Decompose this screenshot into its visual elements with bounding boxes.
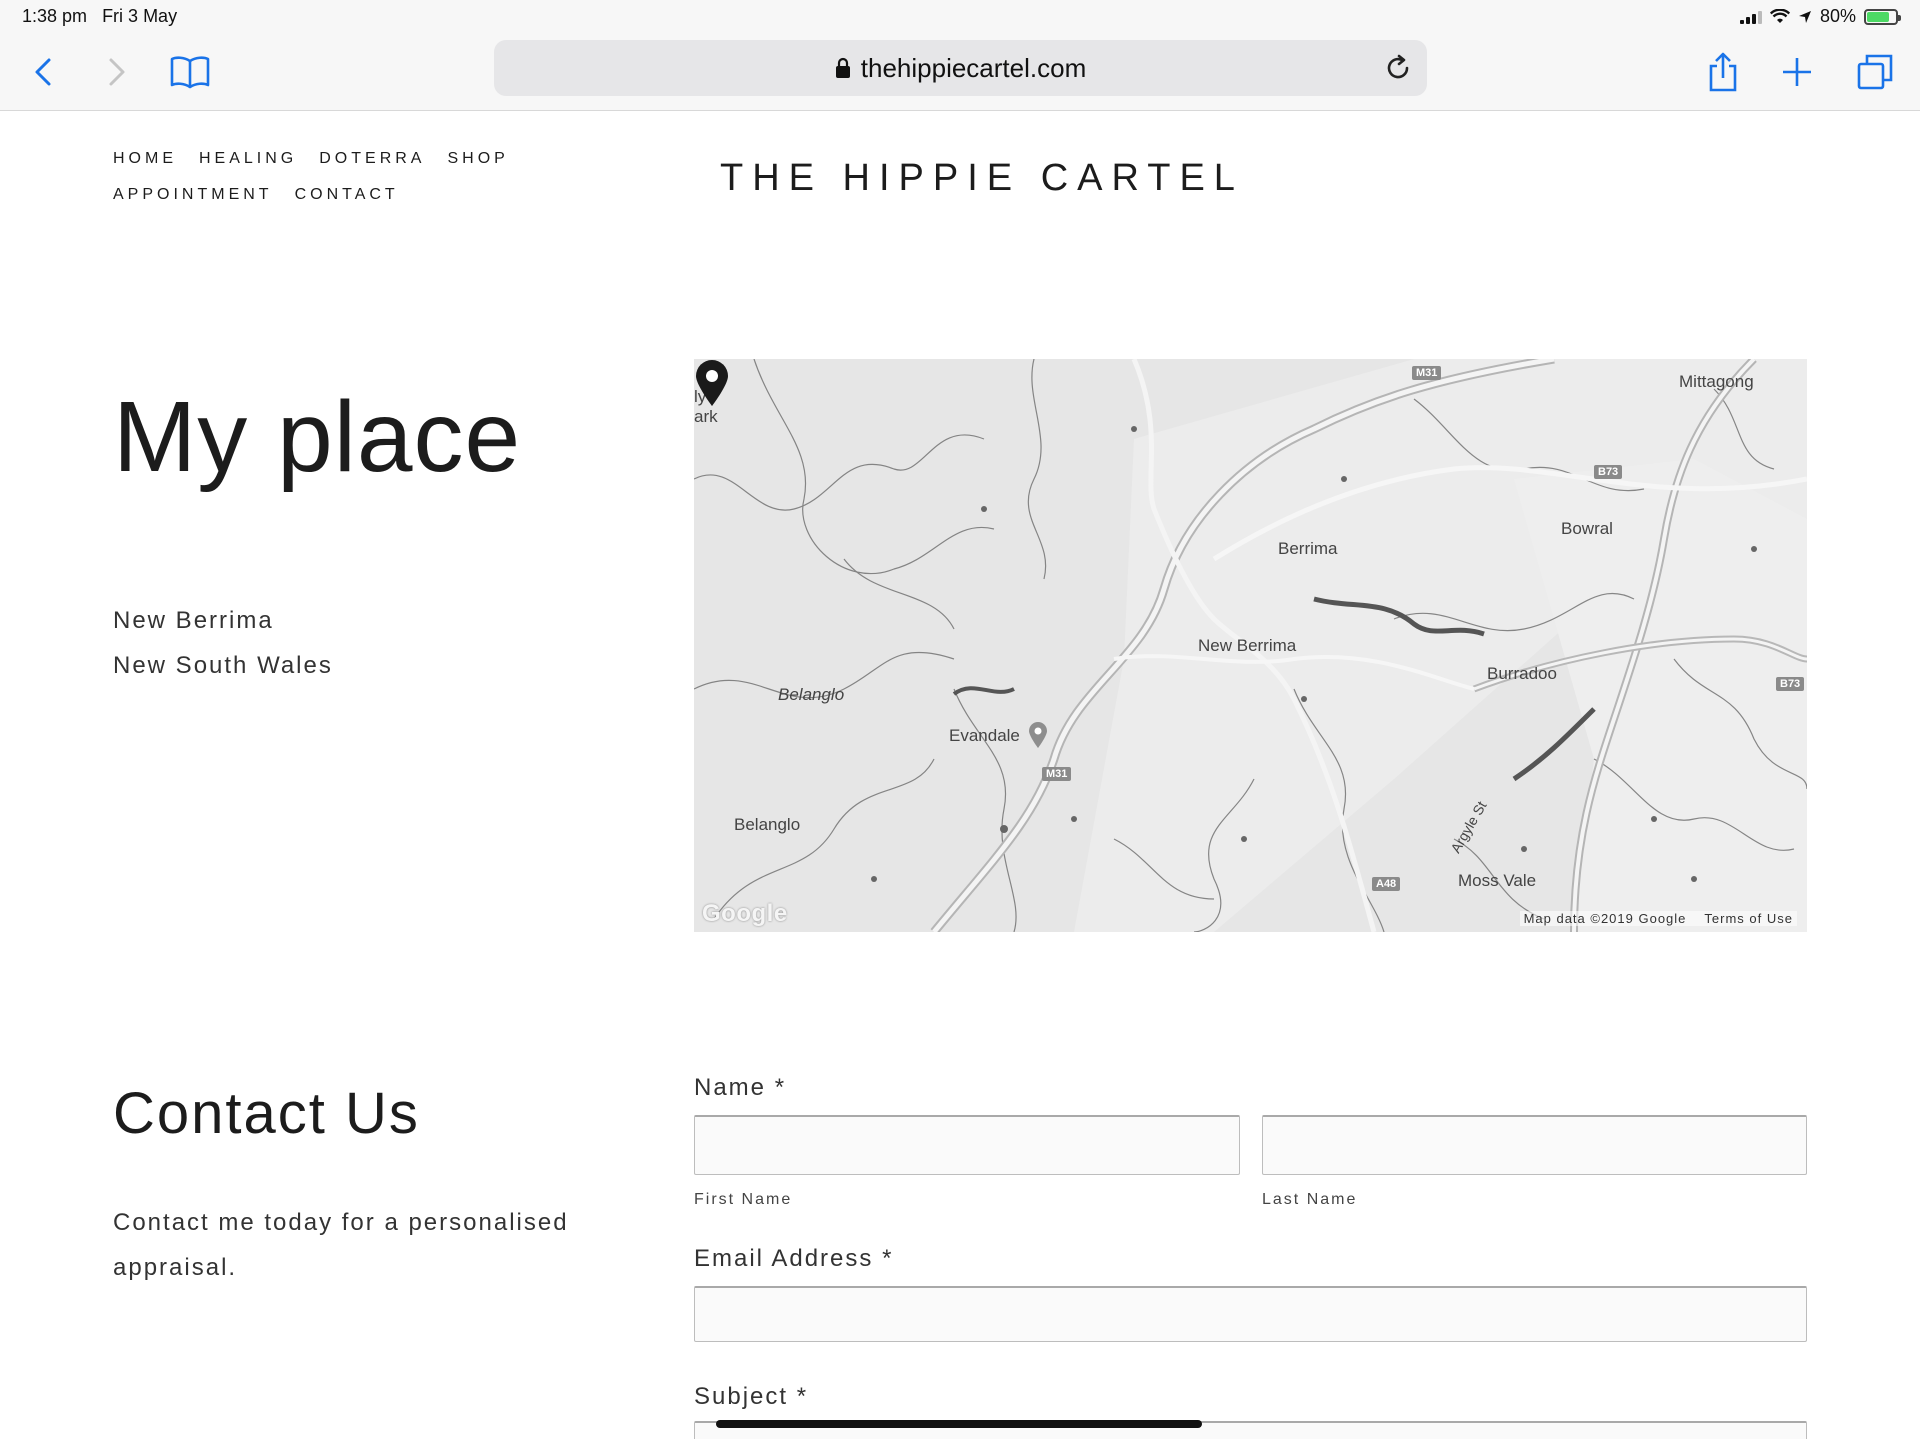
- new-tab-button[interactable]: [1772, 47, 1822, 97]
- battery-icon: [1864, 8, 1901, 25]
- last-name-label: Last Name: [1262, 1191, 1358, 1208]
- nav-link-appointment[interactable]: APPOINTMENT: [113, 186, 273, 204]
- new-tab-icon: [1783, 58, 1811, 86]
- screen: 1:38 pm Fri 3 May 80% thehippiecartel.co…: [0, 0, 1920, 1439]
- nav-row-2: APPOINTMENT CONTACT: [113, 186, 533, 204]
- map-label-evandale: Evandale: [949, 726, 1020, 745]
- url-text: thehippiecartel.com: [860, 52, 1087, 83]
- map-label-belanglo: Belanglo: [734, 815, 801, 834]
- back-icon: [35, 58, 51, 86]
- name-label: Name *: [694, 1074, 787, 1101]
- tabs-icon: [1857, 54, 1893, 90]
- map-label-burradoo: Burradoo: [1487, 664, 1557, 683]
- map-label-belanglo-italic: Belanglo: [778, 685, 845, 704]
- share-icon: [1709, 52, 1737, 92]
- browser-toolbar: thehippiecartel.com: [0, 33, 1920, 111]
- first-name-input[interactable]: [694, 1115, 1240, 1175]
- shield-b73-top: B73: [1594, 465, 1623, 479]
- share-button[interactable]: [1698, 47, 1748, 97]
- terms-of-use-link[interactable]: Terms of Use: [1704, 911, 1793, 926]
- wifi-icon: [1769, 8, 1790, 23]
- back-button[interactable]: [18, 47, 68, 97]
- forward-icon: [109, 58, 125, 86]
- first-name-label: First Name: [694, 1191, 793, 1208]
- map-label-berrima: Berrima: [1278, 539, 1338, 558]
- date-text: Fri 3 May: [102, 6, 178, 26]
- bookmarks-icon: [170, 56, 210, 89]
- nav-link-contact[interactable]: CONTACT: [295, 186, 399, 204]
- map-label-moss-vale: Moss Vale: [1458, 871, 1537, 890]
- tabs-button[interactable]: [1850, 47, 1900, 97]
- address-bar[interactable]: thehippiecartel.com: [494, 40, 1427, 96]
- nav-link-doterra[interactable]: DOTERRA: [319, 150, 425, 168]
- location-pin-icon[interactable]: [694, 359, 730, 407]
- email-label: Email Address *: [694, 1245, 894, 1272]
- shield-m31-top: M31: [1412, 366, 1442, 380]
- site-title[interactable]: THE HIPPIE CARTEL: [720, 157, 1244, 200]
- address-line-1: New Berrima: [113, 607, 274, 634]
- shield-a48: A48: [1372, 877, 1401, 891]
- forward-button[interactable]: [92, 47, 142, 97]
- lock-icon: [835, 57, 850, 78]
- site-nav: HOME HEALING DOTERRA SHOP APPOINTMENT CONTAC…: [113, 150, 533, 222]
- status-right: 80%: [1739, 6, 1901, 27]
- location-icon: [1798, 10, 1811, 23]
- battery-percent: 80%: [1819, 6, 1856, 26]
- last-name-input[interactable]: [1262, 1115, 1807, 1175]
- place-heading: My place: [113, 381, 522, 493]
- time-text: 1:38 pm: [22, 6, 88, 26]
- reload-icon[interactable]: [1383, 53, 1413, 83]
- email-input[interactable]: [694, 1286, 1807, 1342]
- map-label-edge-bottom: ark: [694, 407, 718, 426]
- home-indicator: [716, 1420, 1202, 1428]
- map-label-bowral: Bowral: [1561, 519, 1613, 538]
- status-bar: 1:38 pm Fri 3 May 80%: [0, 0, 1920, 33]
- shield-b73-right: B73: [1776, 677, 1805, 691]
- url-inner: thehippiecartel.com: [494, 40, 1427, 96]
- map[interactable]: ly ark Mittagong Berrima Bowral New Berr…: [694, 359, 1807, 932]
- map-label-new-berrima: New Berrima: [1198, 636, 1297, 655]
- shield-m31-bottom: M31: [1042, 767, 1072, 781]
- contact-text: Contact me today for a personalised appr…: [113, 1209, 569, 1281]
- signal-icon: [1739, 10, 1762, 24]
- nav-row-1: HOME HEALING DOTERRA SHOP: [113, 150, 533, 168]
- map-label-mittagong: Mittagong: [1679, 372, 1754, 391]
- nav-link-shop[interactable]: SHOP: [447, 150, 508, 168]
- nav-link-home[interactable]: HOME: [113, 150, 177, 168]
- evandale-pin-icon: [1029, 722, 1047, 748]
- address: New Berrima New South Wales: [113, 598, 333, 688]
- nav-link-healing[interactable]: HEALING: [199, 150, 297, 168]
- status-time: 1:38 pm Fri 3 May: [22, 6, 177, 27]
- address-line-2: New South Wales: [113, 652, 333, 679]
- contact-heading: Contact Us: [113, 1081, 420, 1146]
- bookmarks-button[interactable]: [165, 47, 215, 97]
- map-attribution: Map data ©2019 Google Terms of Use: [1519, 911, 1797, 926]
- subject-label: Subject *: [694, 1383, 809, 1410]
- map-data-text: Map data ©2019 Google: [1523, 911, 1687, 926]
- google-logo: Google: [702, 900, 788, 927]
